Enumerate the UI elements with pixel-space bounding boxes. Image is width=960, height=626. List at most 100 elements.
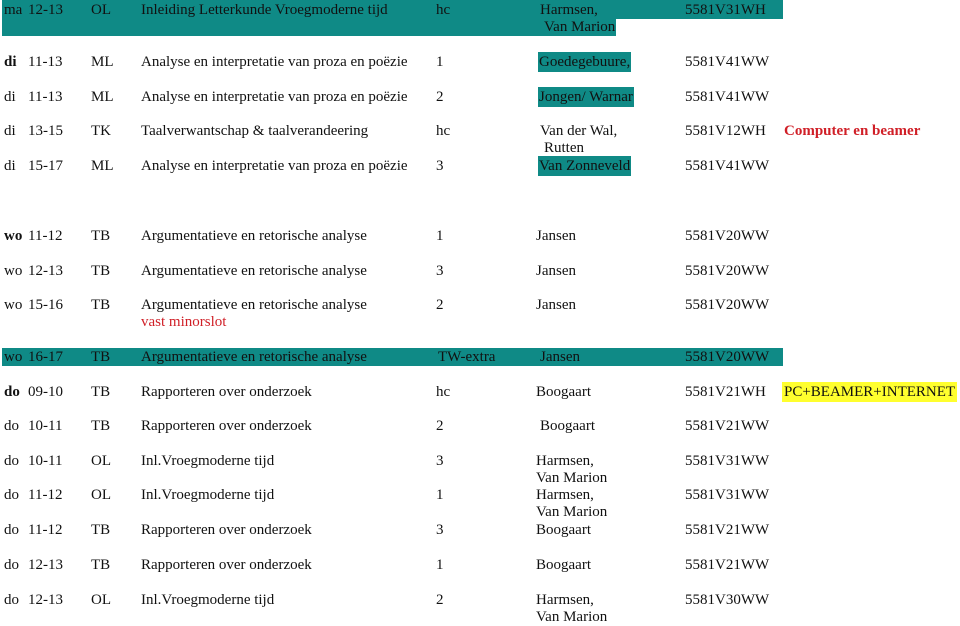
day: do xyxy=(4,557,19,573)
room: 5581V20WW xyxy=(685,297,770,313)
time: 11-13 xyxy=(28,54,63,70)
course-code: OL xyxy=(91,453,111,469)
course-code: TB xyxy=(91,228,111,244)
course-code: TB xyxy=(91,349,111,365)
group: 3 xyxy=(436,522,444,538)
course-title: Taalverwantschap & taalverandeering xyxy=(141,123,369,139)
course-code: ML xyxy=(91,89,114,105)
room: 5581V21WH xyxy=(685,384,766,400)
teacher: Boogaart xyxy=(536,384,591,400)
course-code: TB xyxy=(91,522,111,538)
course-title: Argumentatieve en retorische analyse xyxy=(141,228,367,244)
course-title: Argumentatieve en retorische analyse xyxy=(141,263,367,279)
day: do xyxy=(4,522,19,538)
time: 11-12 xyxy=(28,228,63,244)
time: 16-17 xyxy=(28,349,63,365)
course-code: TK xyxy=(91,123,111,139)
teacher: Boogaart xyxy=(540,418,595,434)
room: 5581V21WW xyxy=(685,522,770,538)
course-title: Rapporteren over onderzoek xyxy=(141,384,312,400)
room: 5581V20WW xyxy=(685,228,770,244)
teacher: Harmsen, xyxy=(536,592,594,608)
group: 1 xyxy=(436,557,444,573)
group: 1 xyxy=(436,54,444,70)
course-code: ML xyxy=(91,54,114,70)
teacher: Van Zonneveld xyxy=(538,156,632,176)
highlight-band-row-8 xyxy=(2,348,783,366)
course-code: TB xyxy=(91,384,111,400)
group: hc xyxy=(436,123,451,139)
group: 2 xyxy=(436,89,444,105)
day: di xyxy=(4,89,16,105)
course-code: TB xyxy=(91,557,111,573)
group: 2 xyxy=(436,592,444,608)
group: 3 xyxy=(436,158,444,174)
course-code: ML xyxy=(91,158,114,174)
room: 5581V21WW xyxy=(685,557,770,573)
title-note: vast minorslot xyxy=(141,314,227,330)
group: TW-extra xyxy=(438,349,496,365)
day: do xyxy=(4,453,19,469)
time: 12-13 xyxy=(28,592,63,608)
time: 13-15 xyxy=(28,123,63,139)
group: hc xyxy=(436,2,451,18)
course-title: Rapporteren over onderzoek xyxy=(141,522,312,538)
teacher: Goedegebuure, xyxy=(538,52,632,72)
room: 5581V31WW xyxy=(685,453,770,469)
teacher-second-line: Van Marion xyxy=(536,504,608,520)
teacher: Jansen xyxy=(540,349,580,365)
group: 2 xyxy=(436,297,444,313)
day: wo xyxy=(4,297,23,313)
room: 5581V41WW xyxy=(685,54,770,70)
teacher: Jongen/ Warnar xyxy=(538,87,634,107)
course-title: Analyse en interpretatie van proza en po… xyxy=(141,158,408,174)
room: 5581V31WH xyxy=(685,2,766,18)
time: 12-13 xyxy=(28,263,63,279)
course-title: Inl.Vroegmoderne tijd xyxy=(141,592,275,608)
teacher: Boogaart xyxy=(536,557,591,573)
equipment-note: PC+BEAMER+INTERNET xyxy=(782,382,958,402)
day: wo xyxy=(4,263,23,279)
day: wo xyxy=(4,228,23,244)
time: 11-12 xyxy=(28,487,63,503)
time: 15-16 xyxy=(28,297,63,313)
course-code: TB xyxy=(91,263,111,279)
group: 3 xyxy=(436,263,444,279)
course-title: Rapporteren over onderzoek xyxy=(141,557,312,573)
room: 5581V20WW xyxy=(685,263,770,279)
time: 12-13 xyxy=(28,557,63,573)
room: 5581V12WH xyxy=(685,123,766,139)
day: ma xyxy=(4,2,23,18)
highlight-band-row-0-extra xyxy=(2,19,616,36)
time: 11-12 xyxy=(28,522,63,538)
teacher-second-line: Van Marion xyxy=(544,19,616,35)
teacher: Boogaart xyxy=(536,522,591,538)
course-title: Inl.Vroegmoderne tijd xyxy=(141,453,275,469)
course-code: OL xyxy=(91,592,111,608)
group: 1 xyxy=(436,487,444,503)
room: 5581V31WW xyxy=(685,487,770,503)
course-title: Analyse en interpretatie van proza en po… xyxy=(141,54,408,70)
course-title: Inl.Vroegmoderne tijd xyxy=(141,487,275,503)
day: do xyxy=(4,592,19,608)
teacher: Harmsen, xyxy=(540,2,598,18)
group: 2 xyxy=(436,418,444,434)
time: 11-13 xyxy=(28,89,63,105)
course-code: OL xyxy=(91,2,111,18)
group: hc xyxy=(436,384,451,400)
day: do xyxy=(4,487,19,503)
teacher: Harmsen, xyxy=(536,487,594,503)
time: 10-11 xyxy=(28,418,63,434)
group: 1 xyxy=(436,228,444,244)
highlight-band-row-0 xyxy=(2,0,783,19)
room: 5581V30WW xyxy=(685,592,770,608)
teacher: Van der Wal, xyxy=(540,123,618,139)
course-code: TB xyxy=(91,297,111,313)
room: 5581V21WW xyxy=(685,418,770,434)
course-title: Analyse en interpretatie van proza en po… xyxy=(141,89,408,105)
course-title: Inleiding Letterkunde Vroegmoderne tijd xyxy=(141,2,388,18)
teacher: Jansen xyxy=(536,297,576,313)
time: 12-13 xyxy=(28,2,63,18)
room: 5581V41WW xyxy=(685,158,770,174)
course-title: Argumentatieve en retorische analyse xyxy=(141,297,367,313)
